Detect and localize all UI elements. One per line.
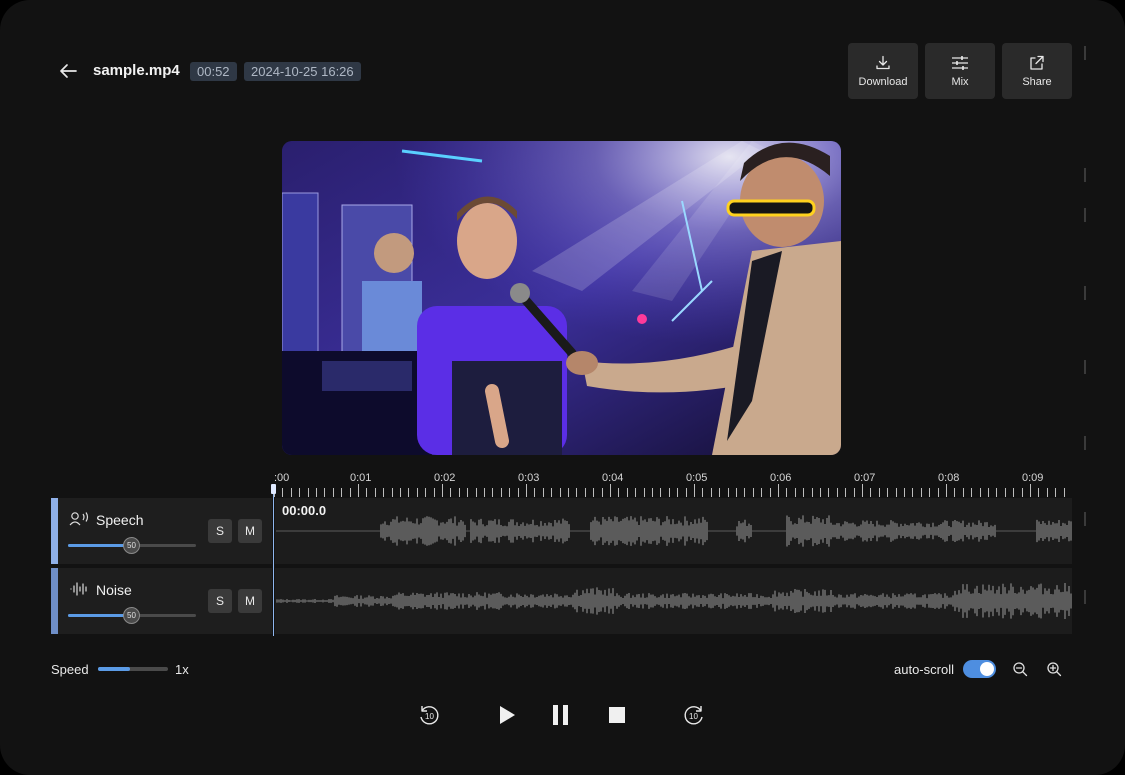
mix-label: Mix xyxy=(951,75,969,88)
speed-label: Speed xyxy=(51,662,89,677)
track-header-noise: Noise 50 S M xyxy=(51,568,272,634)
pause-icon[interactable] xyxy=(552,705,570,725)
mute-button[interactable]: M xyxy=(238,519,262,543)
forward-10-icon[interactable]: 10 xyxy=(682,703,706,727)
share-label: Share xyxy=(1022,75,1052,88)
download-icon xyxy=(876,55,890,69)
track-color-bar xyxy=(51,498,58,564)
share-icon xyxy=(1030,55,1044,70)
side-scroll-indicator xyxy=(1084,46,1086,636)
noise-waveform xyxy=(276,583,1072,619)
stop-icon[interactable] xyxy=(609,707,625,723)
rewind-seconds: 10 xyxy=(425,712,434,721)
autoscroll-toggle[interactable] xyxy=(963,660,996,678)
track-color-bar xyxy=(51,568,58,634)
autoscroll-label: auto-scroll xyxy=(894,662,954,677)
rewind-10-icon[interactable]: 10 xyxy=(417,703,441,727)
ruler-label: :00 xyxy=(274,472,290,484)
speech-waveform xyxy=(276,515,1072,547)
zoom-out-icon[interactable] xyxy=(1012,661,1028,677)
duration-badge: 00:52 xyxy=(190,62,237,81)
ruler-label: 0:08 xyxy=(938,472,960,484)
date-badge: 2024-10-25 16:26 xyxy=(244,62,361,81)
ruler-label: 0:09 xyxy=(1022,472,1044,484)
solo-button[interactable]: S xyxy=(208,589,232,613)
speech-waveform-lane[interactable]: 00:00.0 xyxy=(275,498,1072,564)
ruler-label: 0:07 xyxy=(854,472,876,484)
playhead[interactable] xyxy=(273,486,274,636)
speaker-voice-icon xyxy=(69,512,89,526)
video-player[interactable] xyxy=(282,141,841,455)
volume-knob[interactable]: 50 xyxy=(123,607,140,624)
download-button[interactable]: Download xyxy=(848,43,918,99)
speed-fill xyxy=(98,667,130,671)
zoom-in-icon[interactable] xyxy=(1046,661,1062,677)
volume-knob[interactable]: 50 xyxy=(123,537,140,554)
ruler-label: 0:02 xyxy=(434,472,456,484)
play-icon[interactable] xyxy=(497,704,517,726)
share-button[interactable]: Share xyxy=(1002,43,1072,99)
ruler-label: 0:01 xyxy=(350,472,372,484)
track-header-speech: Speech 50 S M xyxy=(51,498,272,564)
ruler-label: 0:03 xyxy=(518,472,540,484)
current-time: 00:00.0 xyxy=(282,503,327,518)
solo-button[interactable]: S xyxy=(208,519,232,543)
video-frame-image xyxy=(282,141,841,455)
track-name: Speech xyxy=(96,512,144,528)
mute-button[interactable]: M xyxy=(238,589,262,613)
speed-slider[interactable] xyxy=(98,667,168,671)
timeline-ruler[interactable]: :00 0:01 0:02 0:03 0:04 0:05 0:06 0:07 0… xyxy=(274,470,1072,498)
track-name: Noise xyxy=(96,582,132,598)
speed-value: 1x xyxy=(175,662,189,677)
app-window: sample.mp4 00:52 2024-10-25 16:26 Downlo… xyxy=(0,0,1125,775)
sliders-icon xyxy=(952,55,968,70)
ruler-label: 0:04 xyxy=(602,472,624,484)
noise-waveform-lane[interactable] xyxy=(275,568,1072,634)
file-title: sample.mp4 xyxy=(93,62,180,79)
back-arrow-icon[interactable] xyxy=(56,59,80,83)
toggle-knob xyxy=(980,662,994,676)
ruler-label: 0:05 xyxy=(686,472,708,484)
playhead-handle[interactable] xyxy=(271,484,276,494)
ruler-label: 0:06 xyxy=(770,472,792,484)
download-label: Download xyxy=(858,75,908,88)
waveform-icon xyxy=(70,582,87,596)
mix-button[interactable]: Mix xyxy=(925,43,995,99)
forward-seconds: 10 xyxy=(689,712,698,721)
